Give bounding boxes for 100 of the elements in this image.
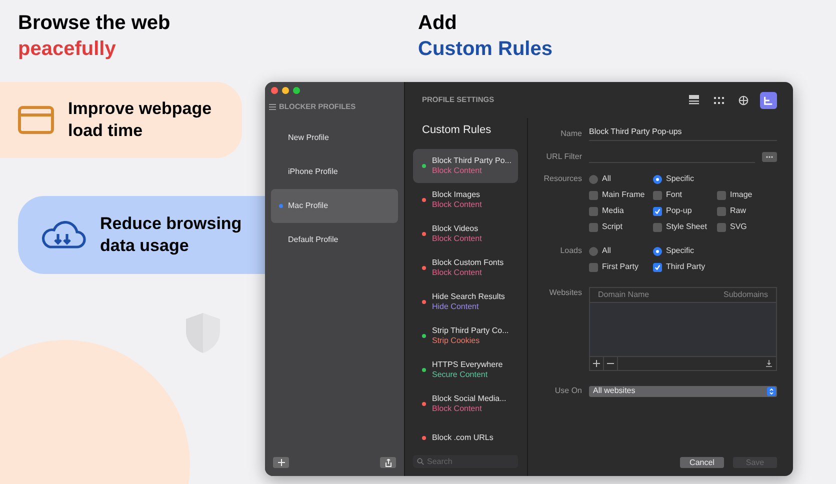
rule-category: Block Content xyxy=(432,268,483,278)
rule-name: Block Videos xyxy=(432,224,480,234)
minus-icon xyxy=(607,363,614,364)
rule-category: Block Content xyxy=(432,166,483,176)
headline: peacefully xyxy=(18,37,117,62)
radio-button[interactable] xyxy=(653,246,662,256)
browser-window-icon xyxy=(18,106,54,134)
option-label: Specific xyxy=(666,173,694,185)
rule-item[interactable]: Hide Search Results Hide Content xyxy=(413,284,518,318)
plus-icon xyxy=(278,459,284,466)
plus-icon xyxy=(593,360,600,367)
rule-item[interactable]: Block Social Media... Block Content xyxy=(413,386,518,420)
minimize-button[interactable] xyxy=(282,87,289,94)
checkbox[interactable] xyxy=(717,190,726,200)
rule-category: Block Content xyxy=(432,404,483,414)
column-header: Subdomains xyxy=(724,289,768,301)
zoom-button[interactable] xyxy=(293,87,300,94)
option-label: All xyxy=(602,173,611,185)
rule-item[interactable]: Block Videos Block Content xyxy=(413,216,518,250)
rules-icon xyxy=(763,94,774,106)
rule-name: Strip Third Party Co... xyxy=(432,326,509,336)
rule-item[interactable]: Strip Third Party Co... Strip Cookies xyxy=(413,318,518,352)
list-icon xyxy=(688,95,698,105)
checkbox[interactable] xyxy=(717,206,726,216)
rule-name: Block Third Party Po... xyxy=(432,156,512,166)
field-label: Resources xyxy=(542,173,582,185)
name-field[interactable]: Block Third Party Pop-ups xyxy=(589,126,777,141)
radio-button[interactable] xyxy=(589,174,598,184)
field-label: Loads xyxy=(559,245,582,257)
profile-item[interactable]: iPhone Profile xyxy=(271,155,398,190)
share-button[interactable] xyxy=(380,457,396,468)
rule-item[interactable]: Block Custom Fonts Block Content xyxy=(413,250,518,284)
globe-icon xyxy=(738,94,749,106)
radio-button[interactable] xyxy=(589,246,598,256)
headline: Browse the web xyxy=(18,11,170,36)
more-button[interactable] xyxy=(762,152,777,162)
rule-name: Block .com URLs xyxy=(432,432,494,442)
rule-category: Strip Cookies xyxy=(432,336,481,346)
rule-name: HTTPS Everywhere xyxy=(432,360,503,370)
checkbox[interactable] xyxy=(653,222,662,232)
rule-item[interactable]: Block Images Block Content xyxy=(413,182,518,216)
option-label: Specific xyxy=(666,245,694,257)
checkbox[interactable] xyxy=(653,190,662,200)
rule-category: Block Content xyxy=(432,200,482,210)
checkbox[interactable] xyxy=(589,206,598,216)
profile-item[interactable]: Mac Profile xyxy=(271,189,398,224)
feature-text: Reduce browsing data usage xyxy=(100,213,243,257)
rule-name: Block Images xyxy=(432,190,482,200)
option-label: First Party xyxy=(602,261,638,273)
option-label: Script xyxy=(602,221,622,233)
rule-name: Block Custom Fonts xyxy=(432,258,504,268)
dialog-button[interactable]: Cancel xyxy=(680,457,724,468)
checkbox[interactable] xyxy=(717,222,726,232)
checkbox[interactable] xyxy=(589,190,598,200)
feature-text: Improve webpage load time xyxy=(68,98,213,142)
grid-icon xyxy=(714,96,724,104)
field-label: Name xyxy=(560,128,582,140)
chevron-icon xyxy=(769,388,774,394)
list-icon xyxy=(269,104,276,110)
rule-name: Block Social Media... xyxy=(432,394,506,404)
headline: Add xyxy=(418,11,458,36)
checkbox[interactable] xyxy=(589,262,598,272)
rule-item[interactable]: Block .com URLs xyxy=(413,420,518,451)
rule-name: Hide Search Results xyxy=(432,292,505,302)
checkbox[interactable] xyxy=(653,262,662,272)
option-label: Media xyxy=(602,205,624,217)
use-on-dropdown[interactable]: All websites xyxy=(589,386,777,396)
option-label: Raw xyxy=(730,205,746,217)
rule-category: Secure Content xyxy=(432,370,489,380)
field-label: URL Filter xyxy=(545,151,582,163)
close-button[interactable] xyxy=(271,87,278,94)
headline: Custom Rules xyxy=(418,37,552,62)
option-label: Image xyxy=(730,189,752,201)
radio-button[interactable] xyxy=(653,174,662,184)
rule-category: Block Content xyxy=(432,234,482,244)
column-header: Domain Name xyxy=(598,289,650,301)
option-label: SVG xyxy=(730,221,747,233)
field-label: Use On xyxy=(554,385,582,397)
option-label: Main Frame xyxy=(602,189,645,201)
profile-item[interactable]: New Profile xyxy=(271,121,398,156)
rule-category: Hide Content xyxy=(432,302,480,312)
option-label: Third Party xyxy=(666,261,706,273)
list-title: Custom Rules xyxy=(421,123,492,138)
remove-button[interactable] xyxy=(604,356,618,370)
rule-item[interactable]: HTTPS Everywhere Secure Content xyxy=(413,352,518,386)
search-icon xyxy=(417,458,424,465)
option-label: Style Sheet xyxy=(666,221,707,233)
download-icon xyxy=(766,360,772,367)
profile-item[interactable]: Default Profile xyxy=(271,223,398,258)
option-label: All xyxy=(602,245,611,257)
field-label: Websites xyxy=(548,287,582,299)
share-icon xyxy=(384,458,392,466)
rule-item[interactable]: Block Third Party Po... Block Content xyxy=(413,148,518,182)
add-button[interactable] xyxy=(590,356,604,370)
checkbox[interactable] xyxy=(589,222,598,232)
checkbox[interactable] xyxy=(653,206,662,216)
add-button[interactable] xyxy=(273,457,289,468)
option-label: Pop-up xyxy=(666,205,692,217)
toolbar-button[interactable] xyxy=(760,92,777,108)
option-label: Font xyxy=(666,189,682,201)
